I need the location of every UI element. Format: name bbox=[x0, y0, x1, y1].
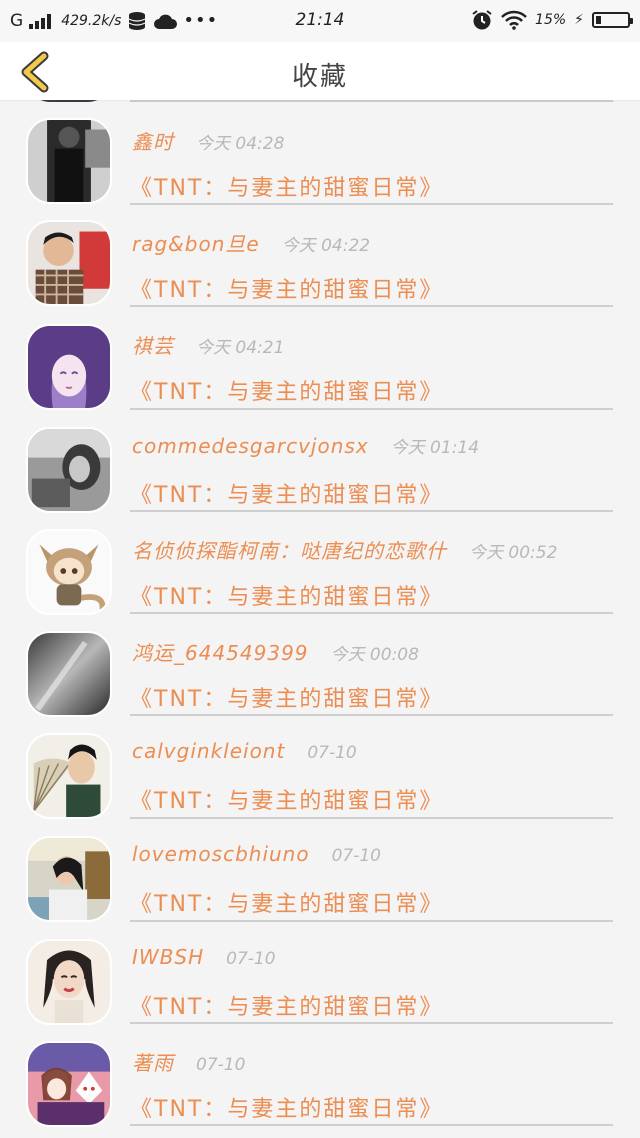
user-name[interactable]: 祺芸 bbox=[132, 334, 174, 358]
avatar-boy-red-image bbox=[28, 222, 110, 304]
timestamp: 今天 00:52 bbox=[469, 543, 558, 563]
book-title[interactable]: 《TNT：与妻主的甜蜜日常》 bbox=[130, 1091, 443, 1123]
avatar[interactable] bbox=[26, 836, 112, 922]
battery-percent: 15% bbox=[535, 12, 567, 28]
timestamp: 今天 04:28 bbox=[196, 134, 285, 154]
list-item[interactable]: commedesgarcvjonsx 今天 01:14 《TNT：与妻主的甜蜜日常… bbox=[0, 409, 640, 513]
list-item[interactable]: 名侦侦探酯柯南：哒唐纪的恋歌什 今天 00:52 《TNT：与妻主的甜蜜日常》 bbox=[0, 511, 640, 615]
user-name[interactable]: commedesgarcvjonsx bbox=[132, 434, 369, 458]
divider bbox=[130, 1124, 613, 1126]
item-header: 鸿运_644549399 今天 00:08 bbox=[132, 637, 419, 666]
item-header: 鑫时 今天 04:28 bbox=[132, 126, 284, 155]
battery-fill bbox=[596, 16, 601, 24]
avatar[interactable] bbox=[26, 631, 112, 717]
avatar-anime-purple-image bbox=[28, 326, 110, 408]
timestamp: 07-10 bbox=[226, 949, 276, 969]
timestamp: 今天 04:22 bbox=[281, 236, 371, 256]
list-item[interactable]: 著雨 07-10 《TNT：与妻主的甜蜜日常》 bbox=[0, 1023, 640, 1127]
avatar[interactable] bbox=[26, 1041, 112, 1127]
item-header: 祺芸 今天 04:21 bbox=[132, 330, 284, 359]
book-title[interactable]: 《TNT：与妻主的甜蜜日常》 bbox=[130, 477, 443, 509]
avatar-car-girl-image bbox=[28, 838, 110, 920]
item-header: rag&bon旦e 今天 04:22 bbox=[132, 228, 370, 257]
book-title[interactable]: 《TNT：与妻主的甜蜜日常》 bbox=[130, 374, 443, 406]
book-title[interactable]: 《TNT：与妻主的甜蜜日常》 bbox=[130, 886, 443, 918]
timestamp: 07-10 bbox=[196, 1055, 246, 1075]
book-title[interactable]: 《TNT：与妻主的甜蜜日常》 bbox=[130, 681, 443, 713]
item-header: lovemoscbhiuno 07-10 bbox=[132, 842, 381, 866]
avatar-fan-woman-image bbox=[28, 735, 110, 817]
item-header: calvginkleiont 07-10 bbox=[132, 739, 357, 763]
list-item[interactable]: calvginkleiont 07-10 《TNT：与妻主的甜蜜日常》 bbox=[0, 715, 640, 819]
user-name[interactable]: 鑫时 bbox=[132, 130, 174, 154]
item-header: 著雨 07-10 bbox=[132, 1047, 245, 1076]
avatar[interactable] bbox=[26, 939, 112, 1025]
item-header: IWBSH 07-10 bbox=[132, 945, 276, 969]
favorites-list[interactable]: 鑫时 今天 04:28 《TNT：与妻主的甜蜜日常》 rag&bon旦e 今天 04… bbox=[0, 100, 640, 1138]
list-item[interactable]: lovemoscbhiuno 07-10 《TNT：与妻主的甜蜜日常》 bbox=[0, 818, 640, 922]
page-title: 收藏 bbox=[291, 62, 348, 92]
timestamp: 今天 01:14 bbox=[390, 438, 480, 458]
list-item[interactable]: 鑫时 今天 04:28 《TNT：与妻主的甜蜜日常》 bbox=[0, 102, 640, 204]
timestamp: 今天 00:08 bbox=[330, 645, 419, 665]
book-title[interactable]: 《TNT：与妻主的甜蜜日常》 bbox=[130, 783, 443, 815]
avatar[interactable] bbox=[26, 733, 112, 819]
book-title[interactable]: 《TNT：与妻主的甜蜜日常》 bbox=[130, 989, 443, 1021]
avatar[interactable] bbox=[26, 529, 112, 615]
list-item[interactable]: IWBSH 07-10 《TNT：与妻主的甜蜜日常》 bbox=[0, 921, 640, 1025]
status-bar: G 429.2k/s ••• 21:14 15% ⚡ bbox=[0, 0, 640, 42]
book-title[interactable]: 《TNT：与妻主的甜蜜日常》 bbox=[130, 579, 443, 611]
avatar-anime-fox-mask-image bbox=[28, 1043, 110, 1125]
top-nav-bar: 收藏 bbox=[0, 42, 640, 100]
user-name[interactable]: 著雨 bbox=[132, 1051, 174, 1075]
avatar[interactable] bbox=[26, 118, 112, 204]
avatar[interactable] bbox=[26, 220, 112, 306]
timestamp: 07-10 bbox=[307, 743, 357, 763]
user-name[interactable]: rag&bon旦e bbox=[132, 232, 260, 256]
avatar[interactable] bbox=[26, 324, 112, 410]
avatar[interactable] bbox=[26, 427, 112, 513]
item-header: commedesgarcvjonsx 今天 01:14 bbox=[132, 433, 479, 458]
status-right: 15% ⚡ bbox=[471, 9, 633, 31]
avatar-gray-blur-image bbox=[28, 633, 110, 715]
wifi-icon bbox=[501, 10, 527, 30]
battery-icon bbox=[592, 12, 633, 28]
avatar-chibi-fox-image bbox=[28, 531, 110, 613]
user-name[interactable]: lovemoscbhiuno bbox=[132, 842, 310, 866]
book-title[interactable]: 《TNT：与妻主的甜蜜日常》 bbox=[130, 272, 443, 304]
user-name[interactable]: 名侦侦探酯柯南：哒唐纪的恋歌什 bbox=[132, 539, 447, 563]
book-title[interactable]: 《TNT：与妻主的甜蜜日常》 bbox=[130, 170, 443, 202]
list-item[interactable]: rag&bon旦e 今天 04:22 《TNT：与妻主的甜蜜日常》 bbox=[0, 204, 640, 306]
timestamp: 今天 04:21 bbox=[196, 338, 285, 358]
user-name[interactable]: IWBSH bbox=[132, 945, 204, 969]
user-name[interactable]: calvginkleiont bbox=[132, 739, 285, 763]
charging-icon: ⚡ bbox=[574, 12, 584, 28]
timestamp: 07-10 bbox=[331, 846, 381, 866]
avatar-sketch-girl-image bbox=[28, 941, 110, 1023]
avatar-dark-man-image bbox=[28, 120, 110, 202]
list-item[interactable]: 祺芸 今天 04:21 《TNT：与妻主的甜蜜日常》 bbox=[0, 306, 640, 410]
list-item[interactable]: 鸿运_644549399 今天 00:08 《TNT：与妻主的甜蜜日常》 bbox=[0, 613, 640, 717]
item-header: 名侦侦探酯柯南：哒唐纪的恋歌什 今天 00:52 bbox=[132, 535, 557, 564]
avatar-bw-girl-image bbox=[28, 429, 110, 511]
user-name[interactable]: 鸿运_644549399 bbox=[132, 641, 309, 665]
alarm-icon bbox=[472, 10, 492, 30]
